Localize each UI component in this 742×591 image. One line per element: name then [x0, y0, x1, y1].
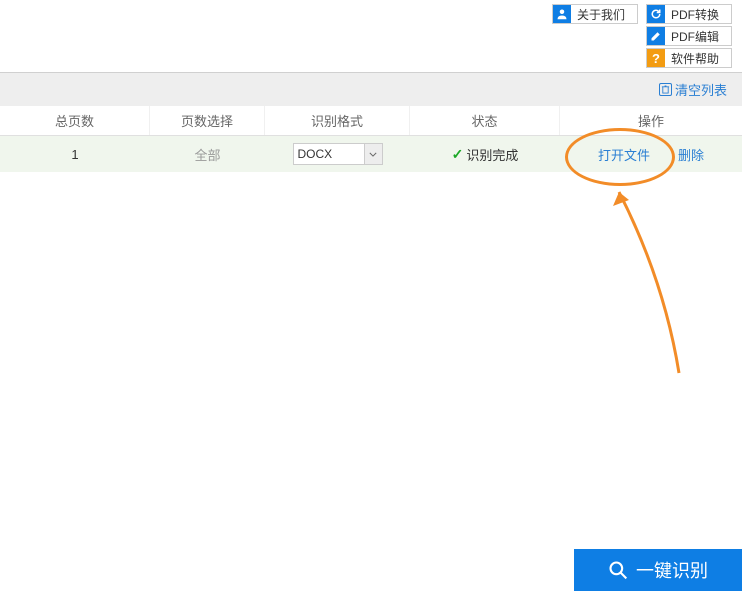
about-us-label: 关于我们 — [571, 6, 631, 23]
table-row: 1 全部 DOCX ✓ 识别完成 打开文件 删除 — [0, 136, 742, 172]
cell-total-pages: 1 — [0, 147, 150, 162]
clear-list-label: 清空列表 — [675, 80, 727, 99]
recognize-label: 一键识别 — [636, 557, 708, 583]
header-total-pages: 总页数 — [0, 106, 150, 135]
top-toolbar-row-2: PDF编辑 — [646, 26, 732, 46]
delete-link[interactable]: 删除 — [678, 145, 704, 164]
trash-icon — [659, 83, 672, 96]
header-action: 操作 — [560, 106, 742, 135]
refresh-icon — [647, 5, 665, 23]
cell-format: DOCX — [265, 143, 410, 165]
software-help-label: 软件帮助 — [665, 50, 725, 67]
check-icon: ✓ — [452, 146, 464, 163]
header-status: 状态 — [410, 106, 560, 135]
question-icon: ? — [647, 49, 665, 67]
format-dropdown[interactable]: DOCX — [293, 143, 383, 165]
pdf-edit-label: PDF编辑 — [665, 28, 725, 45]
top-toolbar: 关于我们 PDF转换 PDF编辑 ? 软件帮助 — [0, 0, 742, 72]
pdf-convert-label: PDF转换 — [665, 6, 725, 23]
format-value: DOCX — [298, 147, 364, 161]
pencil-icon — [647, 27, 665, 45]
header-page-select: 页数选择 — [150, 106, 265, 135]
header-format: 识别格式 — [265, 106, 410, 135]
open-file-link[interactable]: 打开文件 — [598, 145, 650, 164]
top-toolbar-row-1: 关于我们 PDF转换 — [552, 4, 732, 24]
clear-list-button[interactable]: 清空列表 — [659, 80, 727, 99]
software-help-button[interactable]: ? 软件帮助 — [646, 48, 732, 68]
recognize-button[interactable]: 一键识别 — [574, 549, 742, 591]
cell-status: ✓ 识别完成 — [410, 145, 560, 164]
cell-page-select[interactable]: 全部 — [150, 145, 265, 164]
search-icon — [608, 560, 628, 580]
content-area — [0, 172, 742, 552]
status-text: 识别完成 — [466, 145, 518, 164]
table-header: 总页数 页数选择 识别格式 状态 操作 — [0, 106, 742, 136]
toolbar-strip: 清空列表 — [0, 72, 742, 106]
about-us-button[interactable]: 关于我们 — [552, 4, 638, 24]
pdf-convert-button[interactable]: PDF转换 — [646, 4, 732, 24]
person-icon — [553, 5, 571, 23]
top-toolbar-row-3: ? 软件帮助 — [646, 48, 732, 68]
pdf-edit-button[interactable]: PDF编辑 — [646, 26, 732, 46]
chevron-down-icon — [364, 144, 382, 164]
cell-action: 打开文件 删除 — [560, 145, 742, 164]
